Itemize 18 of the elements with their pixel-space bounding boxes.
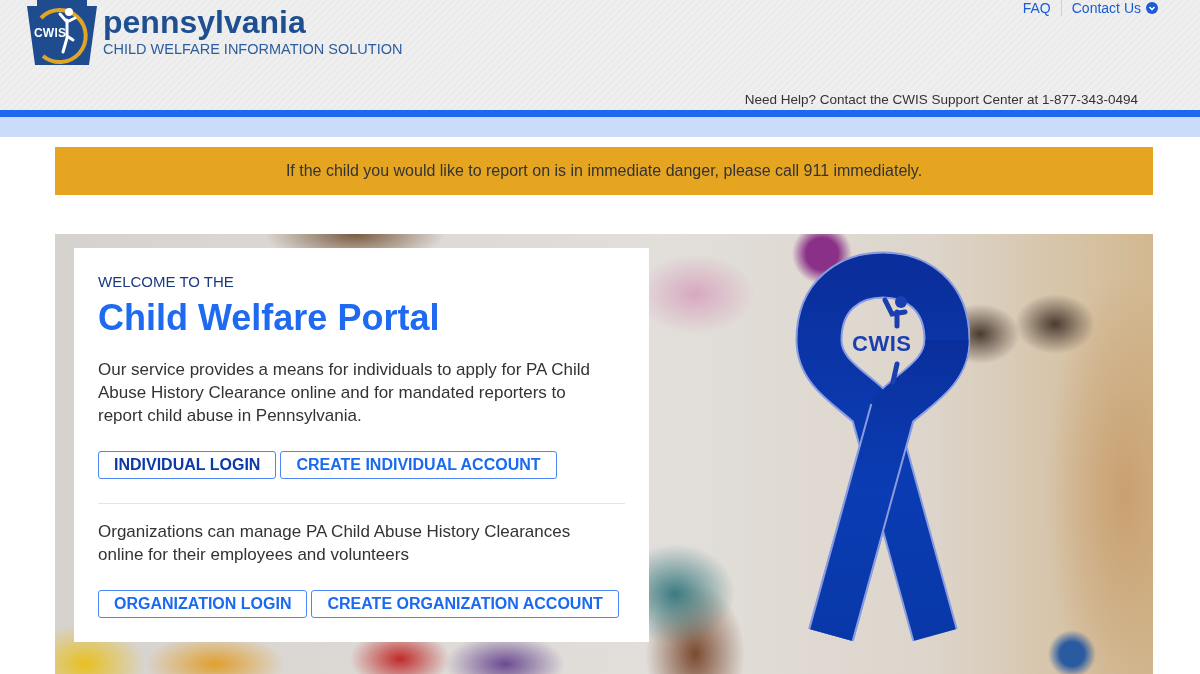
account-button[interactable]: CREATE INDIVIDUAL ACCOUNT (280, 451, 557, 479)
nav-link[interactable]: Contact Us (1071, 0, 1158, 16)
description-text: Our service provides a means for individuals to apply for PA Child Abuse History Clearance online and for mandated reporters to report child abuse in Pennsylvania. (98, 359, 591, 427)
help-text: Need Help? Contact the CWIS Support Center at 1-877-343-0494 (744, 92, 1138, 108)
logo-mark-text: CWIS (34, 26, 67, 40)
alert-text: If the child you would like to report on is in immediate danger, please call 911 immediately. (285, 161, 923, 181)
keystone-logo-icon (27, 0, 97, 65)
nav-link[interactable]: FAQ (1022, 0, 1051, 16)
account-button[interactable]: INDIVIDUAL LOGIN (98, 451, 277, 479)
account-button[interactable]: ORGANIZATION LOGIN (98, 590, 308, 618)
portal-title: Child Welfare Portal (98, 296, 441, 340)
chevron-down-icon (1146, 2, 1158, 14)
eyebrow-text: WELCOME TO THE (98, 272, 235, 292)
logo-subtitle: CHILD WELFARE INFORMATION SOLUTION (103, 41, 403, 58)
ribbon-logo-text: CWIS (852, 331, 912, 357)
account-button[interactable]: CREATE ORGANIZATION ACCOUNT (311, 590, 619, 618)
description-text: Organizations can manage PA Child Abuse History Clearances online for their employees and volunteers (98, 521, 572, 566)
logo-title: pennsylvania (103, 4, 307, 40)
